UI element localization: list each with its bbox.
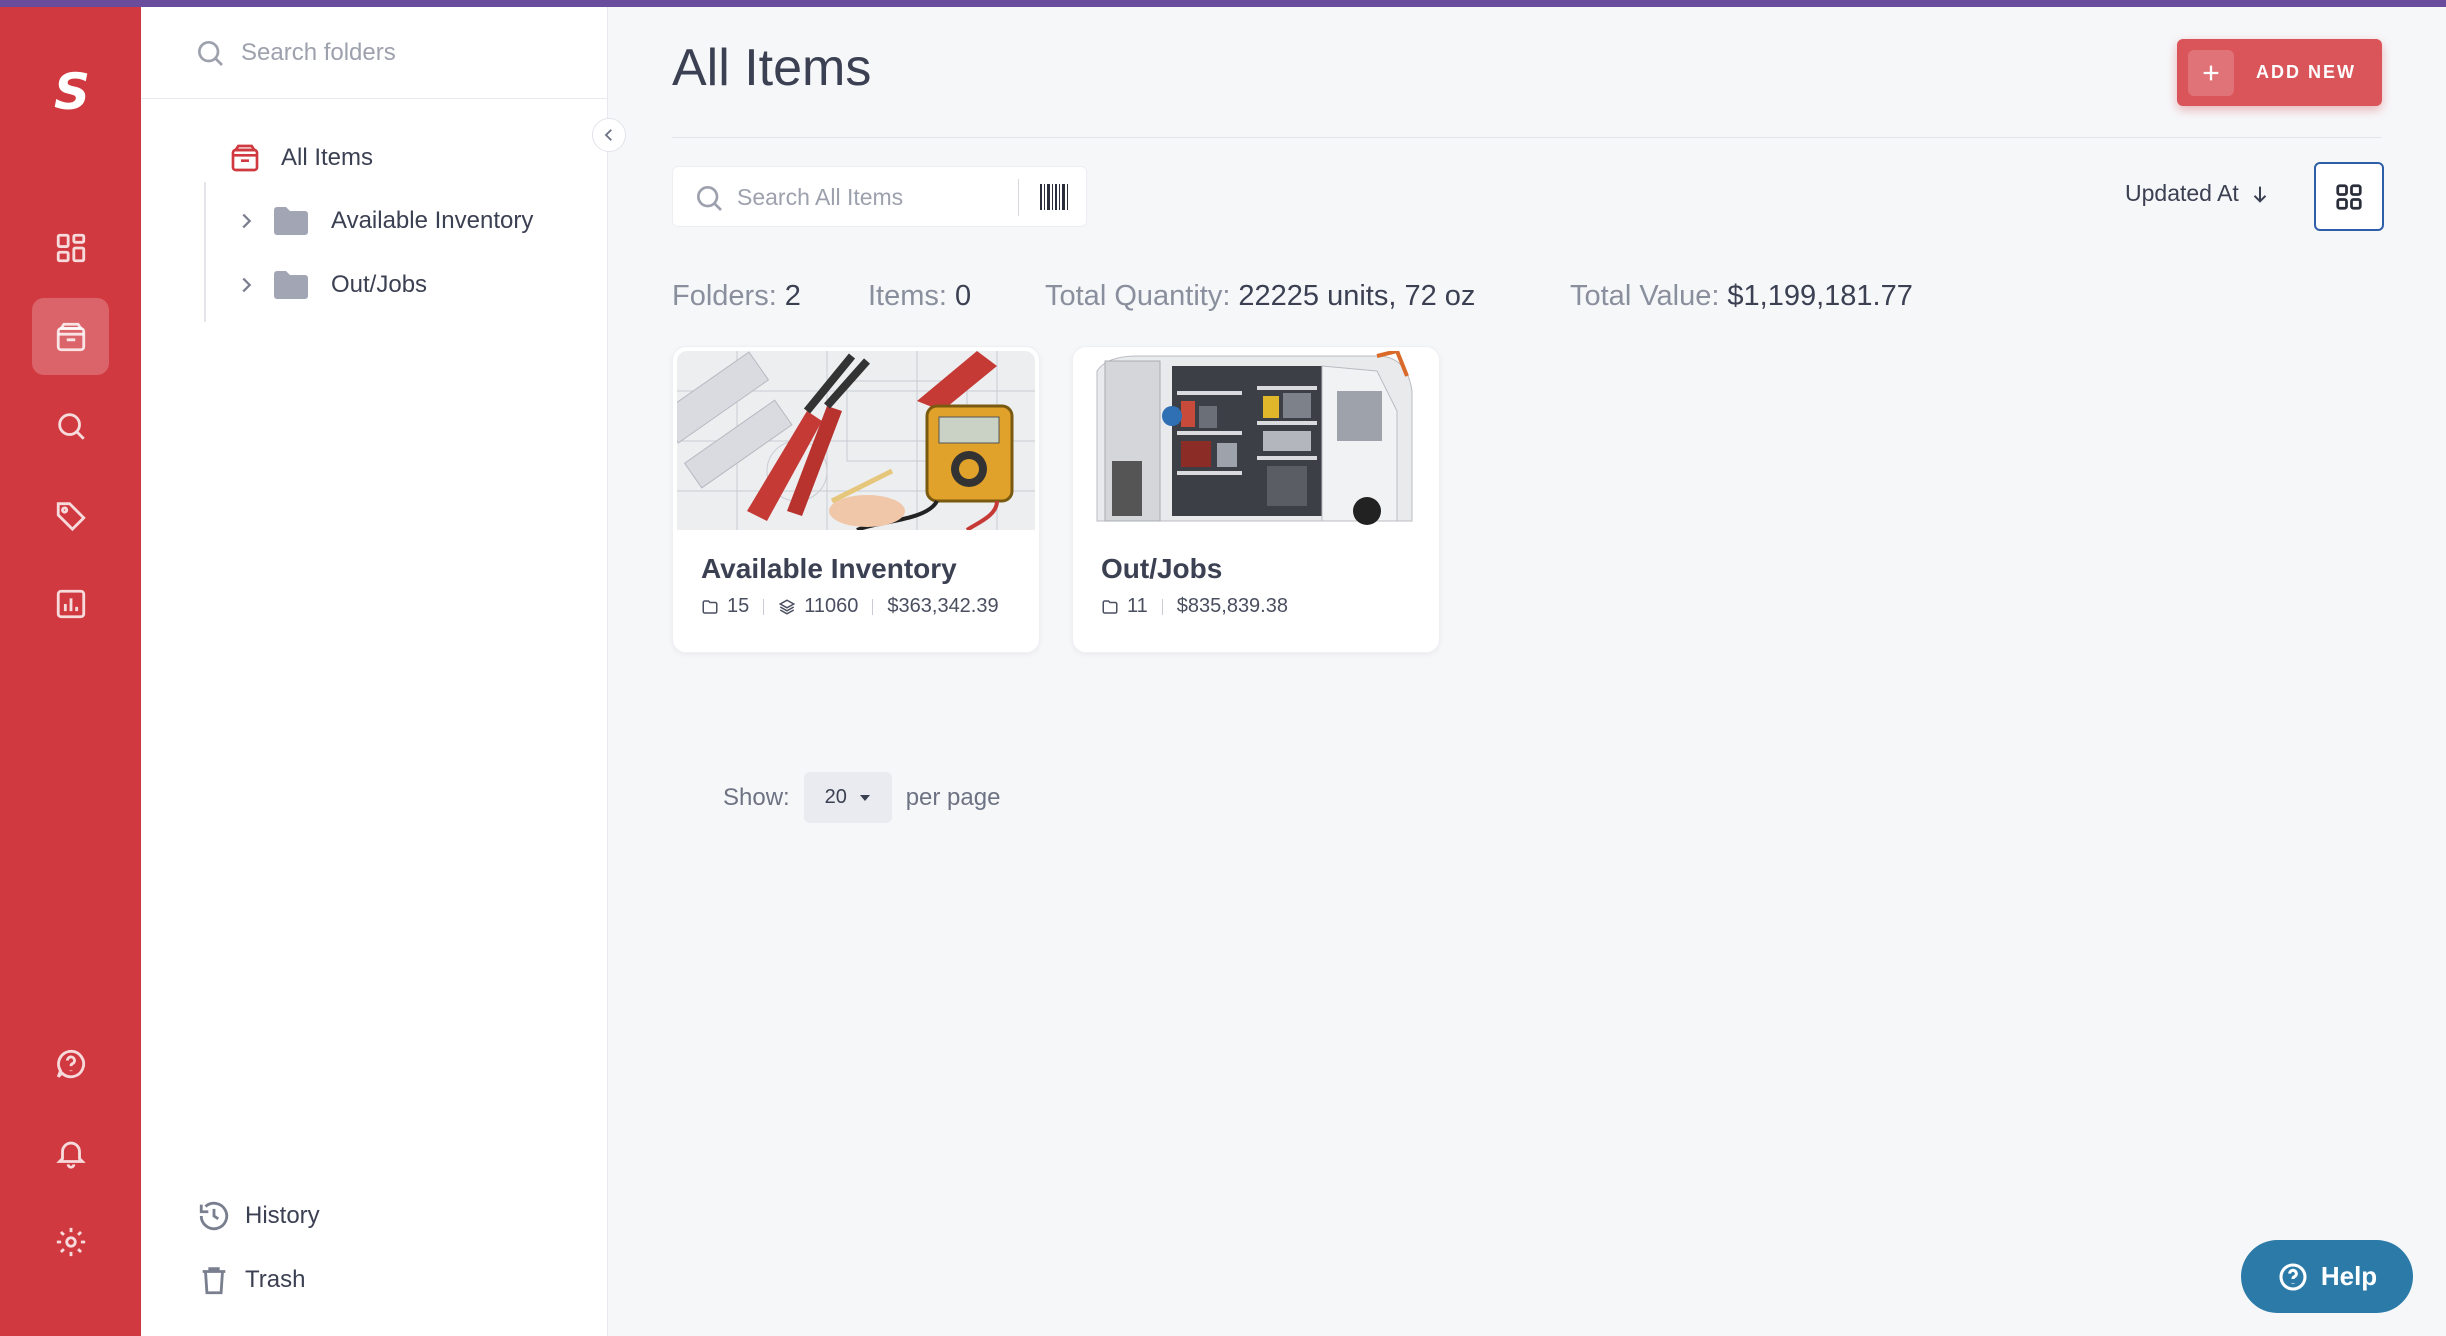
page-title: All Items: [672, 39, 872, 97]
tree-folder-label: Out/Jobs: [331, 271, 428, 298]
meta-separator: [763, 598, 765, 615]
trash-link[interactable]: Trash: [197, 1263, 305, 1297]
nav-items[interactable]: [32, 298, 109, 375]
tree-folder-label: Available Inventory: [331, 207, 534, 234]
folder-panel: All Items Available Inventory Out/Jobs H…: [141, 7, 626, 1336]
search-separator: [1018, 179, 1019, 216]
folder-card-meta: 11 $835,839.38: [1101, 595, 1288, 618]
dashboard-icon: [56, 233, 85, 262]
stat-value-value: $1,199,181.77: [1727, 280, 1913, 312]
tag-icon: [56, 501, 86, 531]
folder-card-folder-count: 11: [1127, 595, 1148, 617]
nav-search[interactable]: [32, 387, 109, 464]
layers-icon: [778, 598, 796, 615]
app-logo[interactable]: S: [50, 62, 94, 122]
barcode-icon[interactable]: [1039, 183, 1069, 211]
per-page-select[interactable]: 20: [803, 772, 892, 823]
stat-items-label: Items:: [868, 280, 947, 312]
help-circle-icon: [56, 1049, 85, 1078]
folder-thumbnail: [677, 351, 1035, 530]
pagination: Show: 20 per page: [723, 772, 1000, 823]
gear-icon: [56, 1227, 85, 1256]
tree-folder-available-inventory[interactable]: Available Inventory: [235, 206, 533, 236]
arrow-down-icon: [2253, 186, 2267, 203]
show-label: Show:: [723, 783, 790, 811]
folder-search-input[interactable]: [241, 31, 571, 75]
stat-folders-value: 2: [784, 280, 801, 312]
help-circle-icon: [2279, 1262, 2307, 1291]
stat-items: Items: 0: [868, 280, 971, 313]
plus-icon: [2188, 49, 2234, 96]
folder-card-value: $363,342.39: [887, 595, 999, 617]
items-search: [672, 166, 1087, 227]
help-label: Help: [2320, 1261, 2378, 1291]
folder-search: [141, 7, 608, 99]
tree-all-items-label: All Items: [281, 144, 374, 171]
folder-card-out-jobs[interactable]: Out/Jobs 11 $835,839.38: [1072, 346, 1440, 653]
nav-notifications[interactable]: [32, 1114, 109, 1191]
stat-quantity-value: 22225 units, 72 oz: [1238, 280, 1476, 312]
folder-card-quantity: 11060: [804, 595, 859, 617]
per-page-value: 20: [824, 786, 847, 808]
nav-help[interactable]: [32, 1025, 109, 1102]
history-link[interactable]: History: [197, 1199, 320, 1233]
chevron-right-icon[interactable]: [235, 210, 257, 232]
box-icon: [56, 322, 85, 351]
folder-card-value: $835,839.38: [1176, 595, 1288, 617]
box-icon: [231, 144, 259, 172]
search-icon: [198, 41, 223, 66]
stat-quantity-label: Total Quantity:: [1045, 280, 1231, 312]
folder-icon: [274, 271, 308, 299]
stat-folders: Folders: 2: [672, 280, 801, 313]
grid-view-icon: [2336, 183, 2362, 210]
stat-value: Total Value: $1,199,181.77: [1570, 280, 1913, 313]
tree-all-items[interactable]: All Items: [229, 142, 373, 174]
trash-icon: [202, 1267, 226, 1295]
nav-reports[interactable]: [32, 565, 109, 642]
collapse-panel-button[interactable]: [592, 118, 626, 152]
folder-icon: [702, 599, 718, 614]
meta-separator: [872, 598, 874, 615]
nav-settings[interactable]: [32, 1203, 109, 1280]
sort-dropdown[interactable]: Updated At: [2125, 180, 2271, 207]
bell-icon: [55, 1141, 86, 1169]
sort-label: Updated At: [2125, 180, 2239, 206]
folder-card-available-inventory[interactable]: Available Inventory 15 11060 $363,342.39: [672, 346, 1040, 653]
tree-folder-out-jobs[interactable]: Out/Jobs: [235, 270, 427, 300]
main-nav-rail: S: [0, 7, 141, 1336]
items-search-input[interactable]: [737, 177, 977, 217]
stat-items-value: 0: [954, 280, 972, 312]
trash-label: Trash: [245, 1266, 306, 1293]
folder-card-name: Out/Jobs: [1101, 553, 1223, 584]
search-icon: [57, 412, 85, 440]
folder-card-name: Available Inventory: [701, 553, 957, 584]
stat-folders-label: Folders:: [672, 280, 777, 312]
help-button[interactable]: Help: [2241, 1240, 2413, 1313]
nav-tags[interactable]: [32, 476, 109, 553]
nav-dashboard[interactable]: [32, 209, 109, 286]
add-new-label: ADD NEW: [2256, 62, 2356, 82]
meta-separator: [1161, 598, 1163, 615]
stat-quantity: Total Quantity: 22225 units, 72 oz: [1045, 280, 1475, 313]
search-icon: [697, 186, 722, 211]
report-icon: [56, 589, 85, 618]
folder-icon: [274, 207, 308, 235]
history-icon: [199, 1201, 229, 1231]
tree-guide-line: [204, 182, 206, 322]
grid-view-toggle[interactable]: [2314, 162, 2384, 231]
header-divider: [672, 137, 2382, 138]
add-new-button[interactable]: ADD NEW: [2177, 39, 2382, 106]
chevron-left-icon: [604, 129, 612, 141]
per-page-label: per page: [905, 783, 1001, 811]
stat-value-label: Total Value:: [1570, 280, 1720, 312]
folder-icon: [1102, 599, 1118, 614]
history-label: History: [245, 1202, 320, 1229]
folder-card-folder-count: 15: [727, 595, 750, 617]
top-accent-bar: [0, 0, 2446, 7]
folder-thumbnail: [1077, 351, 1435, 530]
chevron-right-icon[interactable]: [235, 274, 257, 296]
folder-card-meta: 15 11060 $363,342.39: [701, 595, 999, 618]
caret-down-icon: [859, 794, 870, 801]
